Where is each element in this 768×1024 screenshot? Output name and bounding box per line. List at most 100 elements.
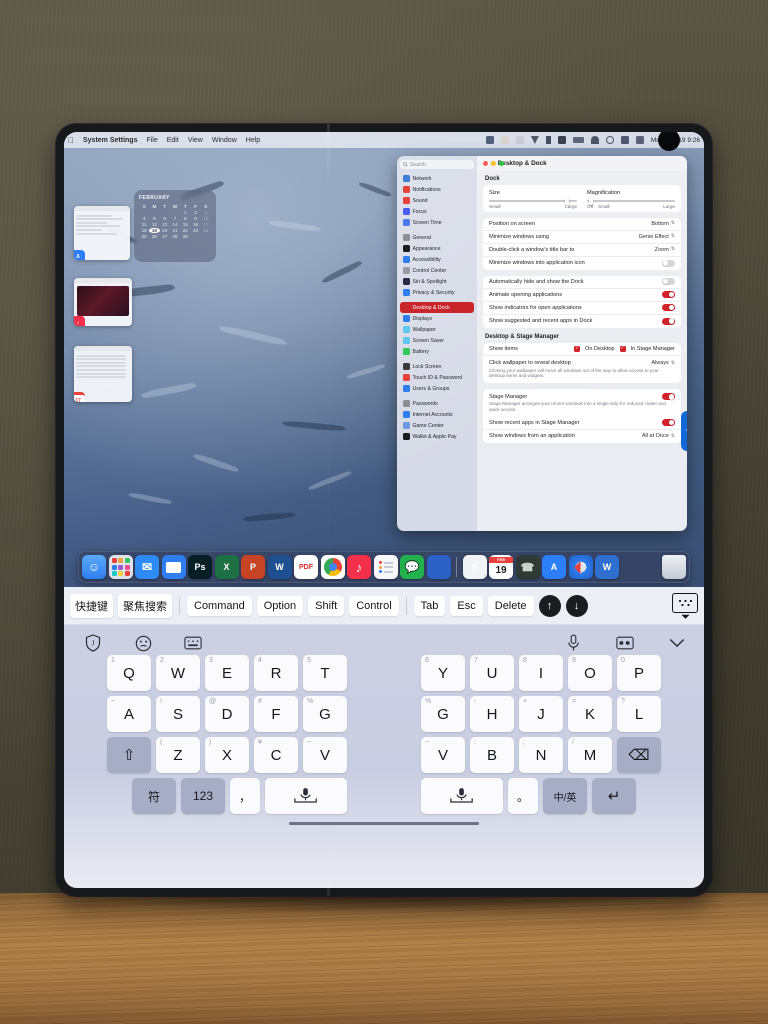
hide-keyboard-button[interactable] bbox=[672, 592, 698, 619]
key-symbols[interactable]: 符 bbox=[132, 778, 176, 814]
row-minimize-windows-into-application-icon[interactable]: Minimize windows into application icon bbox=[483, 257, 681, 270]
arrow-down-icon[interactable]: ↓ bbox=[565, 594, 588, 617]
calendar-day[interactable]: 11 bbox=[139, 222, 149, 227]
dock-item-reminders[interactable] bbox=[373, 555, 398, 579]
magnification-slider-group[interactable]: Magnification Off Small Large bbox=[587, 190, 675, 209]
sidebar-item-focus[interactable]: Focus bbox=[400, 206, 474, 217]
key-g[interactable]: % G bbox=[421, 696, 465, 732]
dock-item-word[interactable]: W bbox=[267, 555, 292, 579]
stepper-icon[interactable]: ⇅ bbox=[671, 434, 675, 439]
dock-item-foxmail[interactable]: Y bbox=[462, 555, 487, 579]
menu-edit[interactable]: Edit bbox=[167, 137, 179, 144]
sidebar-item-internet-accounts[interactable]: Internet Accounts bbox=[400, 409, 474, 420]
stepper-icon[interactable]: ⇅ bbox=[671, 234, 675, 239]
calendar-widget[interactable]: FEBRUARY S M T W T F S 1 2 3 4 5 6 7 8 9 10 11 12 13 14 15 16 1… bbox=[134, 190, 216, 262]
minimize-button[interactable] bbox=[491, 161, 496, 166]
dock-item-phone[interactable]: ☎ bbox=[515, 555, 540, 579]
sidebar-item-desktop-dock[interactable]: Desktop & Dock bbox=[400, 302, 474, 313]
calendar-day[interactable]: 3 bbox=[201, 210, 211, 215]
checkbox-in-stage-manager[interactable]: ✓ bbox=[619, 345, 626, 352]
key-g[interactable]: % G bbox=[303, 696, 347, 732]
settings-sidebar[interactable]: Search Network Notifications Sound Focus Scr… bbox=[397, 156, 477, 531]
sidebar-item-lock-screen[interactable]: Lock Screen bbox=[400, 361, 474, 372]
toolbar-command-key[interactable]: Command bbox=[187, 595, 252, 616]
sidebar-item-displays[interactable]: Displays bbox=[400, 313, 474, 324]
sidebar-item-accessibility[interactable]: Accessibility bbox=[400, 254, 474, 265]
calendar-day[interactable]: 9 bbox=[190, 216, 200, 221]
calendar-day[interactable]: 17 bbox=[201, 222, 211, 227]
key-a[interactable]: ~ A bbox=[107, 696, 151, 732]
calendar-day[interactable]: 23 bbox=[190, 228, 200, 233]
calendar-day[interactable]: 16 bbox=[190, 222, 200, 227]
arrow-up-icon[interactable]: ↑ bbox=[538, 594, 561, 617]
toolbar-esc-key[interactable]: Esc bbox=[450, 595, 483, 616]
dock-item-wechat[interactable]: 💬 bbox=[400, 555, 424, 579]
row-show-recent-apps[interactable]: Show recent apps in Stage Manager bbox=[483, 417, 681, 430]
keyboard-row-3[interactable]: ⇧(Z) X ¥ C ~ V ~ V: B; N / M ⌫ bbox=[72, 737, 696, 773]
dock-item-trash[interactable] bbox=[662, 555, 686, 579]
sidebar-item-touch-id-password[interactable]: Touch ID & Password bbox=[400, 372, 474, 383]
row-toggle[interactable] bbox=[662, 304, 675, 312]
row-animate-opening-applications[interactable]: Animate opening applications bbox=[483, 289, 681, 302]
calendar-day[interactable]: 7 bbox=[170, 216, 180, 221]
clipboard-icon[interactable] bbox=[614, 632, 636, 654]
key-f[interactable]: # F bbox=[254, 696, 298, 732]
calendar-day[interactable]: 14 bbox=[170, 222, 180, 227]
key-q[interactable]: 1Q bbox=[107, 655, 151, 691]
sidebar-item-control-center[interactable]: Control Center bbox=[400, 265, 474, 276]
key-i[interactable]: 8I bbox=[519, 655, 563, 691]
dock-item-launchpad[interactable] bbox=[108, 555, 133, 579]
key-h[interactable]: -H bbox=[470, 696, 514, 732]
toolbar-shortcuts-key[interactable]: 快捷键 bbox=[70, 593, 113, 618]
key-u[interactable]: 7U bbox=[470, 655, 514, 691]
maximize-button[interactable] bbox=[499, 161, 504, 166]
calendar-day[interactable]: 28 bbox=[170, 234, 180, 239]
calendar-day[interactable]: 26 bbox=[149, 234, 159, 239]
keyboard-icon-row[interactable]: J bbox=[72, 631, 696, 655]
calendar-day[interactable] bbox=[190, 234, 200, 239]
stepper-icon[interactable]: ⇅ bbox=[671, 221, 675, 226]
stage-thumb-music[interactable]: ♪ bbox=[74, 278, 132, 326]
calendar-day[interactable]: 27 bbox=[160, 234, 170, 239]
emoji-icon[interactable] bbox=[132, 632, 154, 654]
show-windows-value[interactable]: All at Once bbox=[642, 433, 669, 439]
sidebar-search-input[interactable]: Search bbox=[400, 160, 474, 169]
dock-item-mail[interactable]: ✉ bbox=[135, 555, 159, 579]
calendar-day[interactable]: 15 bbox=[180, 222, 190, 227]
row-value[interactable]: Bottom bbox=[651, 221, 668, 227]
keyboard-left-half[interactable]: ~ A! S @ D # F% G bbox=[107, 696, 347, 732]
bottom-row-left[interactable]: 符 123 ， bbox=[132, 778, 347, 814]
menu-window[interactable]: Window bbox=[212, 137, 237, 144]
key-numbers[interactable]: 123 bbox=[181, 778, 225, 814]
calendar-day[interactable]: 25 bbox=[139, 234, 149, 239]
key-o[interactable]: 9O bbox=[568, 655, 612, 691]
sidebar-item-passwords[interactable]: Passwords bbox=[400, 398, 474, 409]
sidebar-item-wallet-apple-pay[interactable]: Wallet & Apple Pay bbox=[400, 431, 474, 442]
keyboard-left-half[interactable]: ⇧(Z) X ¥ C ~ V bbox=[107, 737, 347, 773]
key-j[interactable]: + J bbox=[519, 696, 563, 732]
menu-view[interactable]: View bbox=[188, 137, 203, 144]
row-automatically-hide-and-show-the-dock[interactable]: Automatically hide and show the Dock bbox=[483, 276, 681, 289]
keyboard-body[interactable]: J 1 Q 2 W 3 E 4 R 5 T 6 Y 7 U 8 I 9 O 0 … bbox=[64, 625, 704, 888]
bluetooth-icon[interactable] bbox=[545, 136, 551, 144]
dropbox-icon[interactable] bbox=[500, 136, 509, 144]
battery-icon[interactable] bbox=[572, 137, 584, 143]
toolbar-shift-key[interactable]: Shift bbox=[308, 595, 345, 616]
dock-item-calendar[interactable]: FEB 19 bbox=[489, 555, 513, 579]
row-show-windows[interactable]: Show windows from an application All at … bbox=[483, 430, 681, 443]
close-button[interactable] bbox=[483, 161, 488, 166]
sidebar-item-game-center[interactable]: Game Center bbox=[400, 420, 474, 431]
keyboard-left-half[interactable]: 1Q2W3E4R5T bbox=[107, 655, 347, 691]
calendar-day[interactable]: 4 bbox=[139, 216, 149, 221]
wifi-icon[interactable] bbox=[590, 136, 599, 144]
key-z[interactable]: (Z bbox=[156, 737, 200, 773]
key-b[interactable]: :B bbox=[470, 737, 514, 773]
control-center-icon[interactable] bbox=[635, 136, 644, 144]
calendar-day[interactable]: 21 bbox=[170, 228, 180, 233]
keyboard-bottom-row[interactable]: 符 123 ， 。 中/英 ↵ bbox=[72, 778, 696, 814]
stage-thumb-app-store[interactable]: A bbox=[74, 206, 130, 260]
key-period[interactable]: 。 bbox=[508, 778, 538, 814]
keyboard-right-half[interactable]: % G - H + J = K? L bbox=[421, 696, 661, 732]
calendar-today[interactable]: 19 bbox=[149, 228, 160, 233]
row-toggle[interactable] bbox=[662, 259, 675, 267]
